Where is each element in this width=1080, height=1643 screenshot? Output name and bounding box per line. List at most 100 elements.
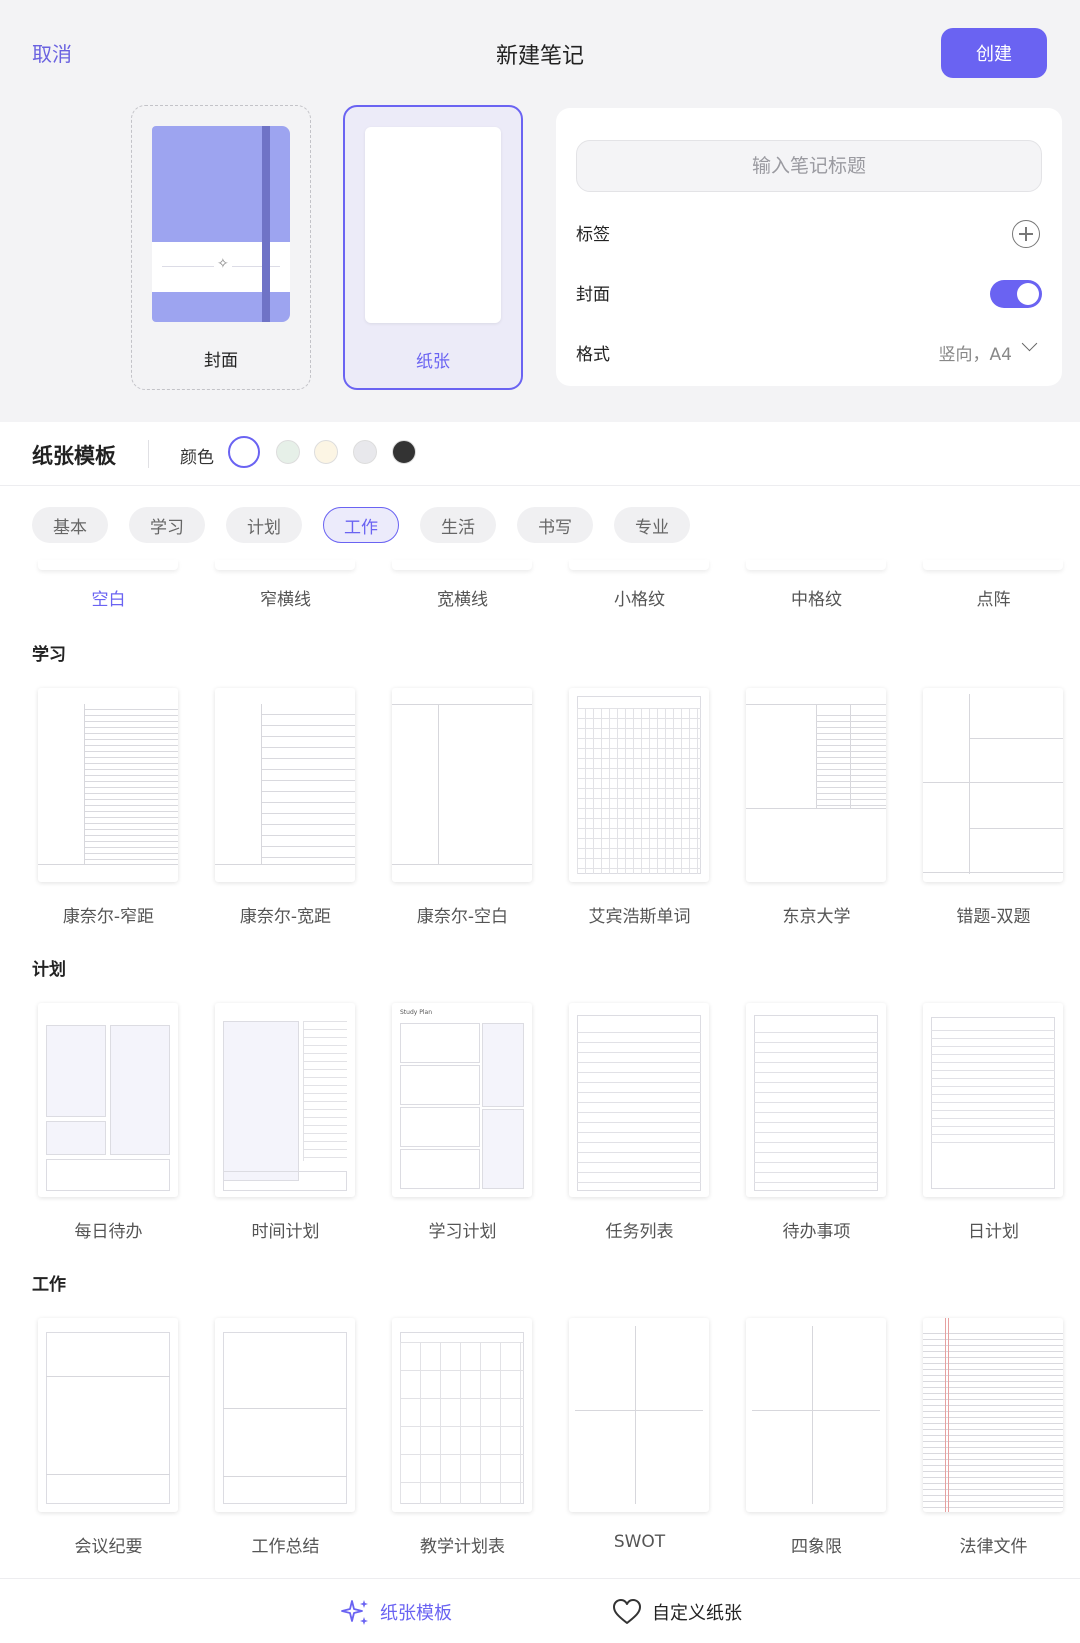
tab-paper-templates[interactable]: 纸张模板 <box>340 1597 452 1627</box>
template-thumbnail[interactable] <box>569 1318 709 1512</box>
paper-preview <box>365 127 501 323</box>
template-label[interactable]: 中格纹 <box>728 585 905 610</box>
color-swatch[interactable] <box>276 440 300 464</box>
template-thumbnail[interactable] <box>923 560 1063 570</box>
template-label[interactable]: 日计划 <box>905 1217 1080 1242</box>
template-label[interactable]: 点阵 <box>905 585 1080 610</box>
template-title: 纸张模板 <box>32 444 116 468</box>
template-label[interactable]: 康奈尔-空白 <box>374 902 551 927</box>
format-selector[interactable]: 竖向，A4 <box>939 340 1012 365</box>
thumbnail-detail <box>969 694 970 874</box>
template-thumbnail[interactable] <box>923 688 1063 882</box>
template-thumbnail[interactable] <box>923 1003 1063 1197</box>
template-thumbnail[interactable] <box>38 1318 178 1512</box>
thumbnail-detail <box>931 1023 1055 1143</box>
category-chip[interactable]: 基本 <box>32 507 108 543</box>
chevron-down-icon[interactable] <box>1021 335 1038 352</box>
template-label[interactable]: 空白 <box>20 585 197 610</box>
cover-option[interactable]: ✧ 封面 <box>131 105 311 390</box>
section-title: 计划 <box>32 960 66 980</box>
template-label[interactable]: 教学计划表 <box>374 1532 551 1557</box>
template-label[interactable]: 康奈尔-宽距 <box>197 902 374 927</box>
template-thumbnail[interactable] <box>746 1318 886 1512</box>
template-label[interactable]: 每日待办 <box>20 1217 197 1242</box>
template-thumbnail[interactable] <box>392 1318 532 1512</box>
template-thumbnail[interactable] <box>746 560 886 570</box>
thumbnail-detail <box>812 1326 813 1504</box>
template-thumbnail[interactable] <box>923 1318 1063 1512</box>
tab-custom-paper[interactable]: 自定义纸张 <box>612 1597 742 1627</box>
add-tag-icon[interactable] <box>1012 220 1040 248</box>
template-label[interactable]: 小格纹 <box>551 585 728 610</box>
thumbnail-detail <box>438 704 439 864</box>
thumbnail-detail <box>575 1410 703 1411</box>
template-label[interactable]: SWOT <box>551 1532 728 1552</box>
thumbnail-detail <box>223 1021 299 1181</box>
thumbnail-detail <box>482 1023 524 1107</box>
template-label[interactable]: 学习计划 <box>374 1217 551 1242</box>
create-button[interactable]: 创建 <box>941 28 1047 78</box>
note-settings-panel: 标签 封面 格式 竖向，A4 <box>556 108 1062 386</box>
template-label[interactable]: 东京大学 <box>728 902 905 927</box>
tab-custom-paper-label: 自定义纸张 <box>652 1603 742 1624</box>
section-title: 学习 <box>32 645 66 665</box>
thumbnail-detail <box>46 1121 106 1155</box>
thumbnail-detail <box>46 1474 170 1475</box>
note-title-input[interactable] <box>576 140 1042 192</box>
thumbnail-detail <box>46 1025 106 1117</box>
template-label[interactable]: 艾宾浩斯单词 <box>551 902 728 927</box>
template-thumbnail[interactable] <box>746 688 886 882</box>
cover-option-label: 封面 <box>204 351 238 371</box>
template-label[interactable]: 康奈尔-窄距 <box>20 902 197 927</box>
category-chip[interactable]: 专业 <box>614 507 690 543</box>
template-label[interactable]: 法律文件 <box>905 1532 1080 1557</box>
tags-label: 标签 <box>576 225 610 245</box>
color-swatch[interactable] <box>314 440 338 464</box>
template-header: 纸张模板 颜色 <box>0 422 1080 486</box>
cover-toggle[interactable] <box>990 280 1042 308</box>
template-thumbnail[interactable] <box>215 560 355 570</box>
template-label[interactable]: 四象限 <box>728 1532 905 1557</box>
color-swatch[interactable] <box>353 440 377 464</box>
category-chip[interactable]: 书写 <box>517 507 593 543</box>
template-label[interactable]: 时间计划 <box>197 1217 374 1242</box>
thumbnail-detail <box>400 1023 480 1063</box>
template-label[interactable]: 待办事项 <box>728 1217 905 1242</box>
template-label[interactable]: 会议纪要 <box>20 1532 197 1557</box>
thumbnail-detail <box>923 872 1063 873</box>
template-thumbnail[interactable] <box>392 560 532 570</box>
paper-option[interactable]: 纸张 <box>343 105 523 390</box>
template-thumbnail[interactable] <box>392 688 532 882</box>
template-label[interactable]: 工作总结 <box>197 1532 374 1557</box>
template-thumbnail[interactable] <box>569 688 709 882</box>
category-chip[interactable]: 生活 <box>420 507 496 543</box>
template-thumbnail[interactable] <box>569 1003 709 1197</box>
thumbnail-detail <box>400 1342 524 1504</box>
template-thumbnail[interactable] <box>38 688 178 882</box>
template-thumbnail[interactable] <box>38 560 178 570</box>
thumbnail-detail <box>223 1476 347 1477</box>
template-thumbnail[interactable]: Study Plan <box>392 1003 532 1197</box>
color-swatch[interactable] <box>228 436 260 468</box>
thumbnail-detail <box>392 864 532 865</box>
cancel-button[interactable]: 取消 <box>32 38 72 67</box>
template-thumbnail[interactable] <box>215 1003 355 1197</box>
category-chip[interactable]: 学习 <box>129 507 205 543</box>
color-swatch[interactable] <box>392 440 416 464</box>
thumbnail-detail <box>392 704 532 705</box>
thumbnail-detail <box>46 1332 170 1504</box>
category-chip[interactable]: 计划 <box>226 507 302 543</box>
thumbnail-detail <box>969 828 1063 829</box>
template-thumbnail[interactable] <box>569 560 709 570</box>
template-label[interactable]: 错题-双题 <box>905 902 1080 927</box>
thumbnail-detail <box>754 1023 878 1191</box>
template-thumbnail[interactable] <box>215 1318 355 1512</box>
thumbnail-detail <box>223 1171 347 1191</box>
template-thumbnail[interactable] <box>38 1003 178 1197</box>
template-label[interactable]: 窄横线 <box>197 585 374 610</box>
template-label[interactable]: 任务列表 <box>551 1217 728 1242</box>
template-thumbnail[interactable] <box>746 1003 886 1197</box>
template-thumbnail[interactable] <box>215 688 355 882</box>
template-label[interactable]: 宽横线 <box>374 585 551 610</box>
category-chip[interactable]: 工作 <box>323 507 399 543</box>
